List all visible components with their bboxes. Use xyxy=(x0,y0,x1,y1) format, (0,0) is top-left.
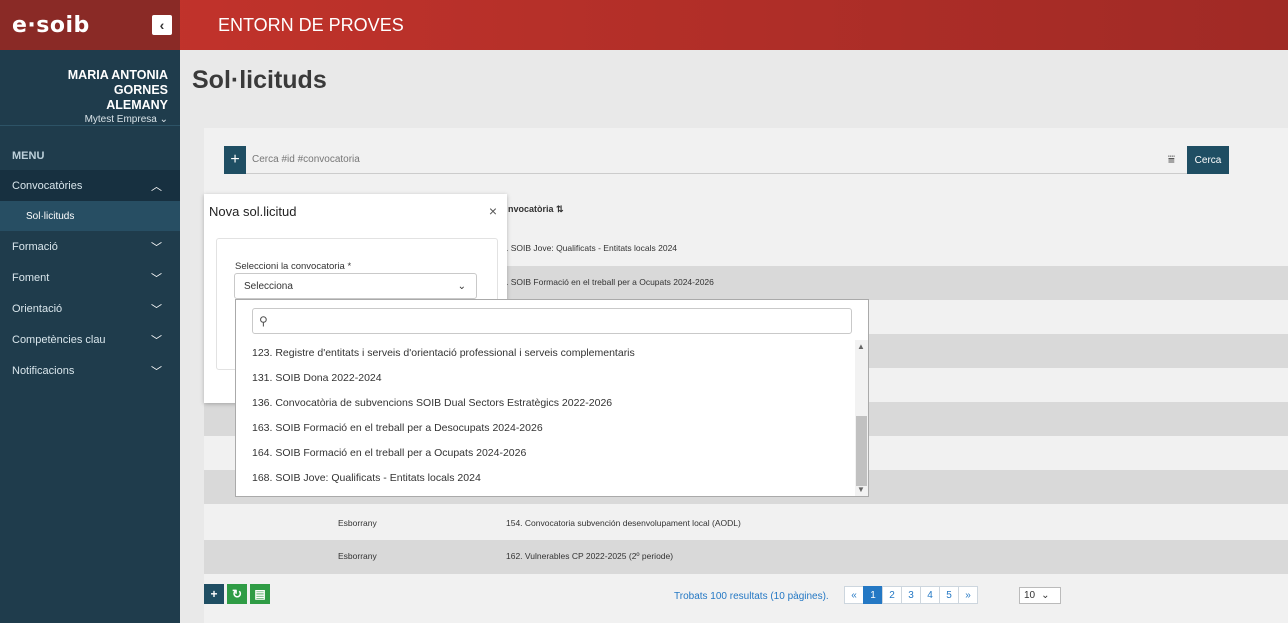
scroll-up-icon[interactable]: ▲ xyxy=(857,342,865,351)
chevron-down-icon: ﹀ xyxy=(151,334,162,347)
convocatoria-dropdown: ⚲ 123. Registre d'entitats i serveis d'o… xyxy=(235,299,869,497)
row-convocatoria: 154. Convocatoria subvención desenvolupa… xyxy=(506,518,741,528)
page-title: Sol·licituds xyxy=(192,66,327,94)
search-placeholder: Cerca #id #convocatoria xyxy=(252,154,360,165)
dropdown-option[interactable]: 168. SOIB Jove: Qualificats - Entitats l… xyxy=(236,465,856,490)
sidebar-item-foment[interactable]: Foment ﹀ xyxy=(0,262,180,293)
export-icon[interactable]: ▤ xyxy=(250,584,270,604)
page-size-select[interactable]: 10 ⌄ xyxy=(1019,587,1061,604)
row-convocatoria: . SOIB Jove: Qualificats - Entitats loca… xyxy=(506,243,678,253)
chevron-down-icon: ﹀ xyxy=(151,241,162,254)
row-convocatoria: 162. Vulnerables CP 2022-2025 (2º period… xyxy=(506,551,674,561)
results-count: Trobats 100 resultats (10 pàgines). xyxy=(674,591,829,602)
logo-area: e·soib ‹ xyxy=(0,0,180,50)
column-header-convocatoria[interactable]: nvocatòria ⇅ xyxy=(508,204,564,215)
modal-title: Nova sol.licitud xyxy=(209,204,297,219)
row-status: Esborrany xyxy=(338,551,377,561)
table-row[interactable]: Esborrany 162. Vulnerables CP 2022-2025 … xyxy=(204,540,1288,574)
dropdown-option[interactable]: 163. SOIB Formació en el treball per a D… xyxy=(236,415,856,440)
close-icon[interactable]: × xyxy=(489,203,497,219)
search-bar: + Cerca #id #convocatoria ⩸ Cerca xyxy=(224,146,1229,174)
sidebar-item-label: Foment xyxy=(12,271,50,284)
table-row[interactable]: Esborrany 154. Convocatoria subvención d… xyxy=(204,507,1288,541)
sidebar-item-label: Notificacions xyxy=(12,364,75,377)
row-convocatoria: . SOIB Formació en el treball per a Ocup… xyxy=(506,277,714,287)
dropdown-option[interactable]: 123. Registre d'entitats i serveis d'ori… xyxy=(236,340,856,365)
company-name: Mytest Empresa xyxy=(84,114,157,125)
add-filter-button[interactable]: + xyxy=(224,146,246,174)
row-status: Esborrany xyxy=(338,518,377,528)
filter-icon[interactable]: ⩸ xyxy=(1168,152,1175,167)
chevron-down-icon: ⌄ xyxy=(159,114,168,125)
chevron-down-icon: ﹀ xyxy=(151,272,162,285)
page-1-button[interactable]: 1 xyxy=(863,586,883,604)
environment-title: ENTORN DE PROVES xyxy=(218,14,404,35)
search-icon: ⚲ xyxy=(259,314,268,328)
chevron-down-icon: ﹀ xyxy=(151,303,162,316)
chevron-left-icon[interactable]: ‹ xyxy=(152,15,172,35)
sidebar-item-formacio[interactable]: Formació ﹀ xyxy=(0,231,180,262)
sidebar: MARIA ANTONIA GORNES ALEMANY Mytest Empr… xyxy=(0,50,180,623)
user-menu[interactable]: MARIA ANTONIA GORNES ALEMANY Mytest Empr… xyxy=(0,50,180,126)
menu-heading: MENU xyxy=(12,150,45,162)
search-button[interactable]: Cerca xyxy=(1187,146,1229,174)
refresh-icon[interactable]: ↻ xyxy=(227,584,247,604)
convocatoria-field-label: Seleccioni la convocatoria * xyxy=(235,261,352,272)
page-size-value: 10 xyxy=(1024,590,1036,601)
top-bar: e·soib ‹ ENTORN DE PROVES xyxy=(0,0,1288,50)
dropdown-scrollbar[interactable]: ▲ ▼ xyxy=(855,340,868,496)
dropdown-option[interactable]: 164. SOIB Formació en el treball per a O… xyxy=(236,440,856,465)
dropdown-option[interactable]: 131. SOIB Dona 2022-2024 xyxy=(236,365,856,390)
dropdown-option[interactable]: 136. Convocatòria de subvencions SOIB Du… xyxy=(236,390,856,415)
chevron-down-icon: ⌄ xyxy=(457,280,466,292)
sidebar-item-notificacions[interactable]: Notificacions ﹀ xyxy=(0,355,180,386)
sidebar-item-convocatories[interactable]: Convocatòries ︿ xyxy=(0,170,180,201)
sidebar-item-label: Competències clau xyxy=(12,333,106,346)
sidebar-item-label: Formació xyxy=(12,240,58,253)
user-name-line1: MARIA ANTONIA GORNES xyxy=(67,68,168,97)
chevron-down-icon: ⌄ xyxy=(1041,590,1050,601)
sidebar-item-sollicituds[interactable]: Sol·licituds xyxy=(0,201,180,231)
convocatoria-select[interactable]: Selecciona ⌄ xyxy=(234,273,477,299)
sidebar-item-orientacio[interactable]: Orientació ﹀ xyxy=(0,293,180,324)
page-next-button[interactable]: » xyxy=(958,586,978,604)
chevron-up-icon: ︿ xyxy=(151,180,162,193)
sidebar-item-competencies-clau[interactable]: Competències clau ﹀ xyxy=(0,324,180,355)
add-button[interactable]: + xyxy=(204,584,224,604)
dropdown-options: 123. Registre d'entitats i serveis d'ori… xyxy=(236,340,856,490)
select-value: Selecciona xyxy=(244,280,293,292)
page-first-button[interactable]: « xyxy=(844,586,864,604)
page-2-button[interactable]: 2 xyxy=(882,586,902,604)
page-4-button[interactable]: 4 xyxy=(920,586,940,604)
page-5-button[interactable]: 5 xyxy=(939,586,959,604)
chevron-down-icon: ﹀ xyxy=(151,365,162,378)
sidebar-item-label: Orientació xyxy=(12,302,63,315)
sidebar-item-label: Convocatòries xyxy=(12,179,83,192)
user-name-line2: ALEMANY xyxy=(106,98,168,112)
app-logo[interactable]: e·soib xyxy=(12,13,90,38)
dropdown-search-input[interactable]: ⚲ xyxy=(252,308,852,334)
user-company[interactable]: Mytest Empresa ⌄ xyxy=(12,114,168,125)
search-input[interactable]: Cerca #id #convocatoria ⩸ xyxy=(246,146,1187,174)
pagination: « 1 2 3 4 5 » xyxy=(844,586,978,604)
scrollbar-thumb[interactable] xyxy=(856,416,867,486)
bottom-toolbar: + ↻ ▤ xyxy=(204,584,270,604)
sidebar-item-label: Sol·licituds xyxy=(26,210,75,222)
scroll-down-icon[interactable]: ▼ xyxy=(857,485,865,494)
page-3-button[interactable]: 3 xyxy=(901,586,921,604)
